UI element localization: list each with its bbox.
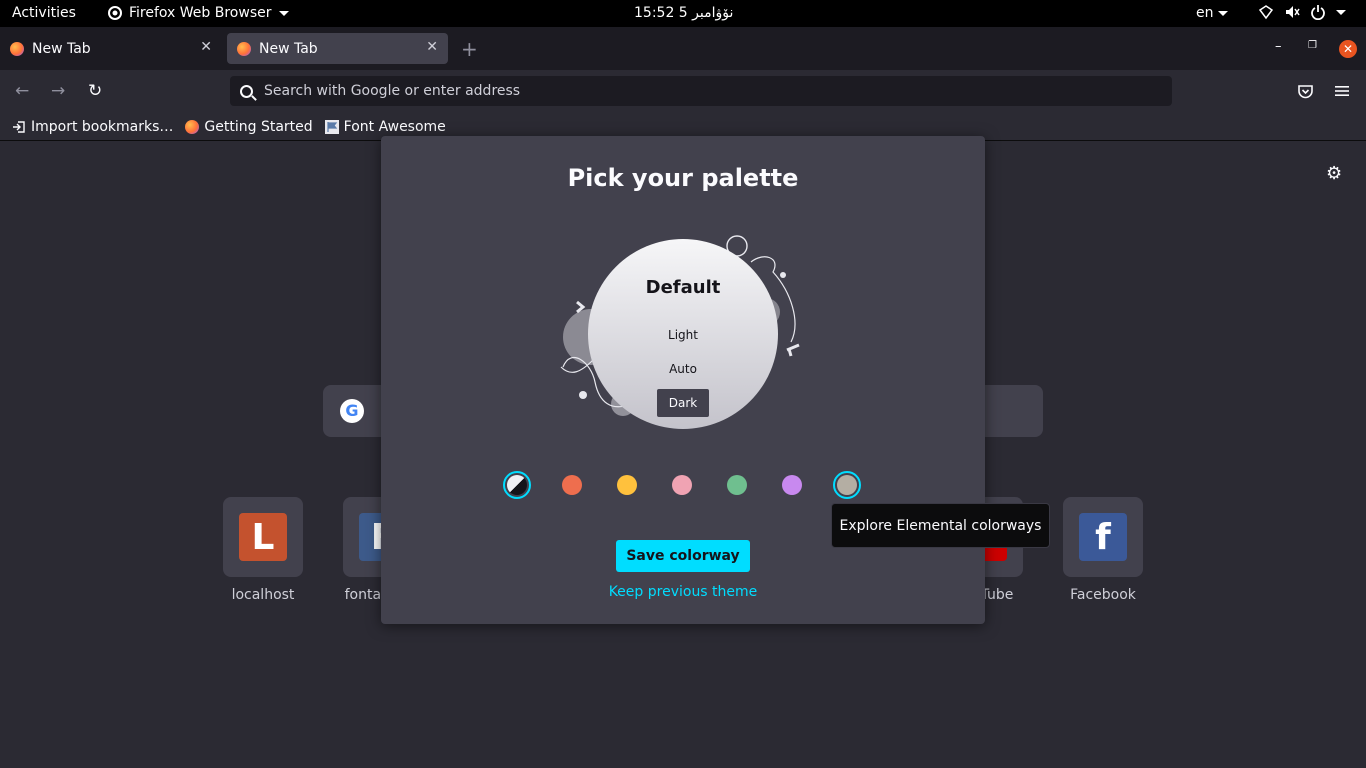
address-placeholder: Search with Google or enter address: [264, 83, 521, 99]
app-menu[interactable]: Firefox Web Browser: [108, 5, 289, 21]
volume-muted-icon: [1286, 6, 1300, 18]
bookmark-label: Import bookmarks…: [31, 118, 174, 135]
swatch-expressionist[interactable]: [613, 471, 641, 499]
top-site-tile: f: [1063, 497, 1143, 577]
network-icon: [1258, 5, 1274, 20]
tab-label: New Tab: [259, 40, 318, 57]
firefox-icon: [237, 41, 251, 56]
google-icon: G: [340, 399, 364, 423]
swatch-activist[interactable]: [723, 471, 751, 499]
colorway-dialog: Pick your palette Default Light Auto Dar…: [381, 136, 985, 624]
swatch-dot: [617, 475, 637, 495]
flag-icon: [324, 119, 339, 134]
swatch-visionary[interactable]: [668, 471, 696, 499]
system-menu[interactable]: [1258, 4, 1346, 20]
address-bar[interactable]: Search with Google or enter address: [230, 76, 1172, 106]
chevron-down-icon: [1217, 10, 1228, 16]
swatch-dot: [727, 475, 747, 495]
swatch-default-dot: [507, 475, 527, 495]
bookmark-font-awesome[interactable]: Font Awesome: [324, 118, 446, 135]
top-site-label: Facebook: [1070, 587, 1136, 603]
top-site-label: Tube: [980, 587, 1014, 603]
maximize-button[interactable]: ❐: [1308, 40, 1317, 51]
reload-button[interactable]: ↻: [88, 81, 102, 101]
search-icon: [240, 84, 253, 98]
close-window-button[interactable]: ✕: [1339, 40, 1357, 58]
swatch-tooltip: Explore Elemental colorways: [831, 503, 1050, 548]
chevron-down-icon: [278, 10, 289, 16]
swatch-dot: [782, 475, 802, 495]
language-selector[interactable]: en: [1196, 5, 1228, 21]
minimize-button[interactable]: –: [1275, 39, 1282, 54]
swatch-elemental[interactable]: [833, 471, 861, 499]
firefox-icon: [10, 41, 24, 56]
colorway-preview: Default Light Auto Dark: [588, 239, 778, 429]
swatch-dot: [837, 475, 857, 495]
new-tab-button[interactable]: +: [461, 37, 478, 61]
import-icon: [13, 120, 25, 133]
top-site-tile: L: [223, 497, 303, 577]
back-button[interactable]: ←: [15, 81, 29, 101]
tab-label: New Tab: [32, 40, 91, 57]
site-logo: f: [1079, 513, 1127, 561]
app-menu-label: Firefox Web Browser: [129, 5, 272, 21]
nav-bar: ← → ↻ Search with Google or enter addres…: [0, 70, 1366, 113]
firefox-icon: [108, 6, 122, 20]
dialog-title: Pick your palette: [567, 164, 799, 192]
power-icon: [1311, 5, 1325, 20]
chevron-down-icon: [1336, 9, 1346, 15]
tab-new-tab-1[interactable]: New Tab ✕: [0, 33, 222, 64]
system-top-bar: Activities Firefox Web Browser 15:52 5 ن…: [0, 0, 1366, 27]
swatch-default[interactable]: [503, 471, 531, 499]
bookmark-import[interactable]: Import bookmarks…: [12, 119, 173, 135]
top-site-label: localhost: [231, 587, 295, 603]
variation-dark-button[interactable]: Dark: [657, 389, 709, 417]
swatch-dot: [672, 475, 692, 495]
bookmark-label: Getting Started: [204, 118, 313, 135]
top-site-facebook[interactable]: f Facebook: [1063, 497, 1143, 603]
save-colorway-button[interactable]: Save colorway: [616, 540, 750, 572]
top-site-localhost[interactable]: L localhost: [223, 497, 303, 603]
variation-auto-button[interactable]: Auto: [657, 355, 709, 383]
colorway-swatches: [503, 471, 863, 499]
bookmark-getting-started[interactable]: Getting Started: [185, 118, 313, 135]
colorway-name: Default: [645, 277, 721, 298]
clock[interactable]: 15:52 5 نۆۋامبر: [634, 5, 733, 21]
swatch-dreamer[interactable]: [778, 471, 806, 499]
close-tab-icon[interactable]: ✕: [426, 39, 438, 55]
language-label: en: [1196, 5, 1214, 21]
firefox-icon: [185, 119, 200, 134]
close-tab-icon[interactable]: ✕: [200, 39, 212, 55]
variation-light-button[interactable]: Light: [657, 321, 709, 349]
menu-icon[interactable]: [1335, 84, 1349, 98]
swatch-playmaker[interactable]: [558, 471, 586, 499]
tab-strip: New Tab ✕ New Tab ✕ + – ❐: [0, 27, 1366, 70]
bookmark-label: Font Awesome: [343, 118, 446, 135]
site-logo: L: [239, 513, 287, 561]
swatch-dot: [562, 475, 582, 495]
forward-button[interactable]: →: [51, 81, 65, 101]
keep-previous-theme-link[interactable]: Keep previous theme: [381, 584, 985, 600]
activities-button[interactable]: Activities: [12, 5, 76, 21]
tab-new-tab-2[interactable]: New Tab ✕: [227, 33, 448, 64]
pocket-icon[interactable]: [1297, 83, 1314, 100]
gear-icon[interactable]: ⚙: [1326, 163, 1342, 184]
